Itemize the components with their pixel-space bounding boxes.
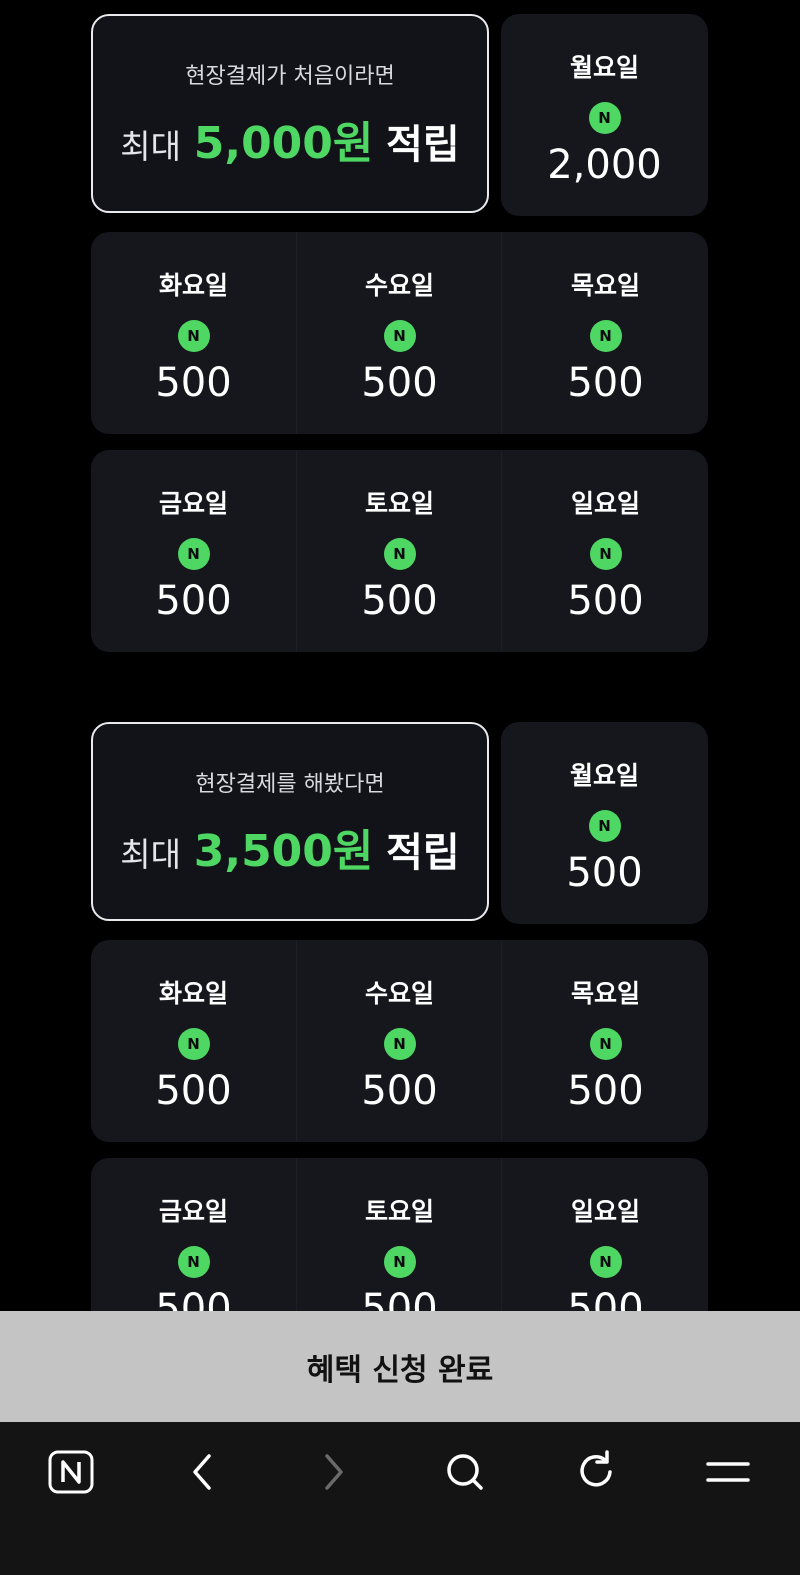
point-amount: 500 <box>361 578 438 624</box>
day-label: 일요일 <box>570 1197 640 1226</box>
benefit-apply-complete-button[interactable]: 혜택 신청 완료 <box>0 1311 800 1422</box>
day-label: 월요일 <box>569 53 639 82</box>
hero-amount: 5,000원 <box>193 118 374 169</box>
naver-point-icon: N <box>177 1028 210 1060</box>
hero-card: 현장결제가 처음이라면 최대 5,000원 적립 <box>91 14 489 213</box>
day-row-tue-thu: 화요일 N 500 수요일 N 500 목요일 N 500 <box>91 940 708 1142</box>
hero-suffix: 적립 <box>386 830 460 876</box>
hero-subtitle: 현장결제를 해봤다면 <box>195 772 385 797</box>
day-label: 일요일 <box>570 489 640 518</box>
day-label: 수요일 <box>364 271 434 300</box>
point-amount: 500 <box>155 578 232 624</box>
forward-button[interactable] <box>304 1444 364 1500</box>
day-card-monday: 월요일 N 500 <box>501 722 708 924</box>
back-arrow-icon <box>193 1454 211 1490</box>
point-amount: 2,000 <box>547 142 662 188</box>
naver-home-button[interactable] <box>41 1444 101 1500</box>
hero-amount: 3,500원 <box>193 826 374 877</box>
naver-point-icon: N <box>589 320 622 352</box>
day-label: 금요일 <box>158 489 228 518</box>
naver-point-icon: N <box>383 1028 416 1060</box>
browser-nav-bar <box>0 1422 800 1575</box>
day-label: 토요일 <box>364 489 434 518</box>
point-amount: 500 <box>361 360 438 406</box>
day-label: 토요일 <box>364 1197 434 1226</box>
day-label: 수요일 <box>364 979 434 1008</box>
point-amount: 500 <box>361 1068 438 1114</box>
naver-point-icon: N <box>383 320 416 352</box>
search-button[interactable] <box>435 1444 495 1500</box>
point-amount: 500 <box>155 1068 232 1114</box>
point-amount: 500 <box>566 850 643 896</box>
hero-subtitle: 현장결제가 처음이라면 <box>185 64 395 89</box>
hero-prefix: 최대 <box>120 127 182 166</box>
point-amount: 500 <box>155 360 232 406</box>
naver-point-icon: N <box>589 1246 622 1278</box>
hero-card: 현장결제를 해봤다면 최대 3,500원 적립 <box>91 722 489 921</box>
naver-home-icon <box>48 1450 94 1494</box>
naver-point-icon: N <box>177 320 210 352</box>
point-amount: 500 <box>567 1068 644 1114</box>
naver-point-icon: N <box>588 810 621 842</box>
day-label: 화요일 <box>158 271 228 300</box>
day-label: 목요일 <box>570 979 640 1008</box>
hero-headline: 최대 3,500원 적립 <box>93 824 487 883</box>
refresh-icon <box>580 1450 612 1487</box>
day-label: 월요일 <box>569 761 639 790</box>
menu-icon <box>706 1462 750 1482</box>
day-label: 화요일 <box>158 979 228 1008</box>
forward-arrow-icon <box>325 1454 343 1490</box>
refresh-button[interactable] <box>567 1444 627 1500</box>
day-row-fri-sun: 금요일 N 500 토요일 N 500 일요일 N 500 <box>91 450 708 652</box>
naver-point-icon: N <box>589 1028 622 1060</box>
naver-point-icon: N <box>588 102 621 134</box>
naver-point-icon: N <box>383 1246 416 1278</box>
hero-headline: 최대 5,000원 적립 <box>93 116 487 175</box>
point-amount: 500 <box>567 360 644 406</box>
naver-point-icon: N <box>383 538 416 570</box>
naver-point-icon: N <box>177 1246 210 1278</box>
day-label: 목요일 <box>570 271 640 300</box>
hero-prefix: 최대 <box>120 835 182 874</box>
point-amount: 500 <box>567 578 644 624</box>
search-icon <box>447 1454 483 1490</box>
naver-point-icon: N <box>177 538 210 570</box>
hero-suffix: 적립 <box>386 122 460 168</box>
naver-point-icon: N <box>589 538 622 570</box>
back-button[interactable] <box>172 1444 232 1500</box>
day-row-tue-thu: 화요일 N 500 수요일 N 500 목요일 N 500 <box>91 232 708 434</box>
day-label: 금요일 <box>158 1197 228 1226</box>
day-card-monday: 월요일 N 2,000 <box>501 14 708 216</box>
menu-button[interactable] <box>698 1444 758 1500</box>
